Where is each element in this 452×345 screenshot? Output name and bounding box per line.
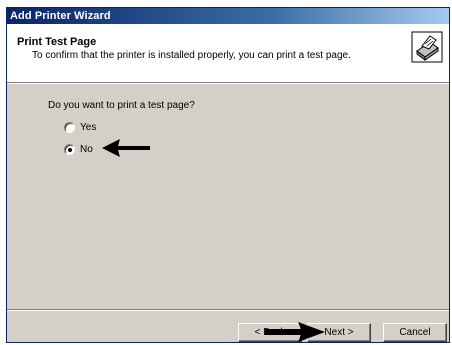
window-title: Add Printer Wizard bbox=[7, 8, 449, 24]
printer-icon bbox=[411, 31, 443, 63]
test-page-question: Do you want to print a test page? bbox=[48, 100, 195, 111]
add-printer-wizard-window: Add Printer Wizard Print Test Page To co… bbox=[6, 7, 450, 343]
no-radio-label[interactable]: No bbox=[80, 144, 93, 155]
page-title: Print Test Page bbox=[17, 36, 97, 48]
cancel-button[interactable]: Cancel bbox=[383, 323, 447, 342]
arrow-left-icon bbox=[102, 139, 150, 157]
yes-radio-label[interactable]: Yes bbox=[80, 122, 96, 133]
no-radio-button[interactable] bbox=[64, 143, 75, 155]
radio-option-no[interactable]: No bbox=[64, 142, 93, 156]
yes-radio-button[interactable] bbox=[64, 121, 75, 133]
button-separator bbox=[7, 309, 449, 311]
page-subtitle: To confirm that the printer is installed… bbox=[32, 50, 351, 61]
wizard-header: Print Test Page To confirm that the prin… bbox=[7, 24, 449, 84]
radio-option-yes[interactable]: Yes bbox=[64, 120, 96, 134]
arrow-right-icon bbox=[265, 322, 325, 342]
